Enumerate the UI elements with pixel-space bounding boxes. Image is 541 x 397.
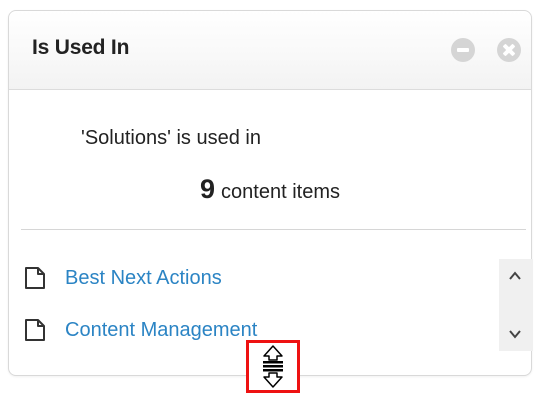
list-item-content-management[interactable]: Content Management [24,315,257,345]
vertical-resize-cursor-icon[interactable] [258,344,288,389]
used-in-text: 'Solutions' is used in [81,127,261,149]
document-icon [25,319,45,341]
resize-cursor-highlight [246,340,300,393]
close-icon[interactable] [497,38,521,62]
is-used-in-panel: Is Used In 'Solutions' is used in 9 conte… [8,10,533,376]
minimize-icon[interactable] [451,38,475,62]
chevron-down-icon[interactable] [508,327,522,341]
content-count-number: 9 [200,174,216,204]
chevron-up-icon[interactable] [508,269,522,283]
list-item-best-next-actions[interactable]: Best Next Actions [24,263,222,293]
best-next-actions-link[interactable]: Best Next Actions [65,267,222,290]
divider [21,229,526,230]
content-count: 9 content items [9,174,531,205]
list-scrollbar[interactable] [499,259,533,351]
content-management-link[interactable]: Content Management [65,319,257,342]
panel-title: Is Used In [32,36,130,59]
document-icon [25,267,45,289]
content-count-label: content items [221,181,340,203]
panel-header: Is Used In [9,11,531,90]
